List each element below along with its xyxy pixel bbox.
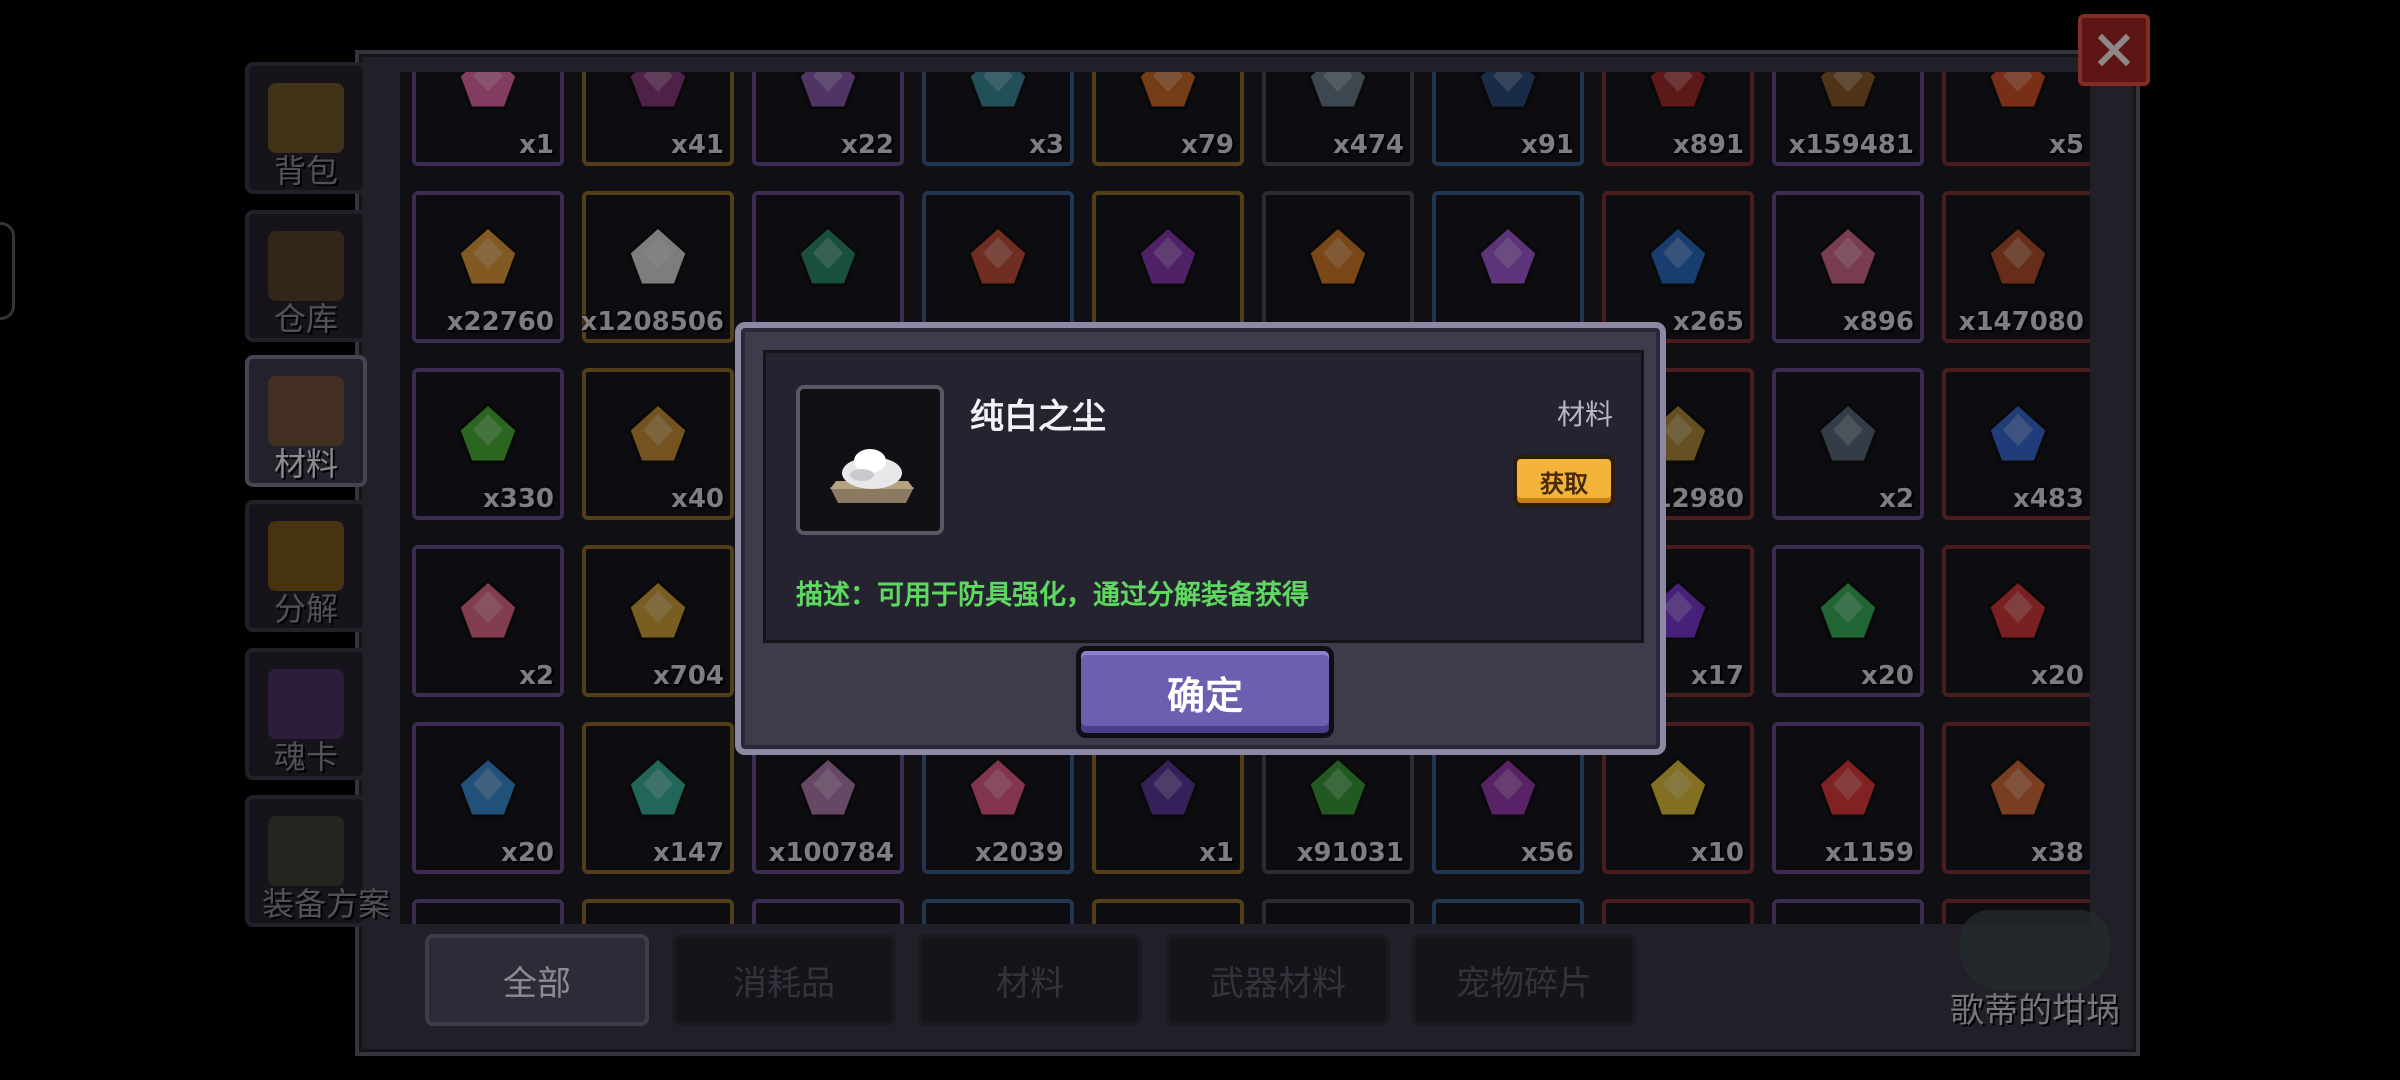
dialog-body: 纯白之尘 材料 获取 描述：可用于防具强化，通过分解装备获得 (763, 350, 1644, 643)
item-description: 描述：可用于防具强化，通过分解装备获得 (796, 580, 1309, 611)
confirm-button[interactable]: 确定 (1076, 646, 1334, 738)
get-source-button[interactable]: 获取 (1513, 455, 1615, 507)
item-icon-frame (796, 385, 944, 535)
white-dust-icon (830, 449, 914, 503)
item-name: 纯白之尘 (970, 397, 1106, 437)
item-detail-dialog: 纯白之尘 材料 获取 描述：可用于防具强化，通过分解装备获得 确定 (735, 322, 1666, 755)
item-type-label: 材料 (1556, 398, 1613, 431)
